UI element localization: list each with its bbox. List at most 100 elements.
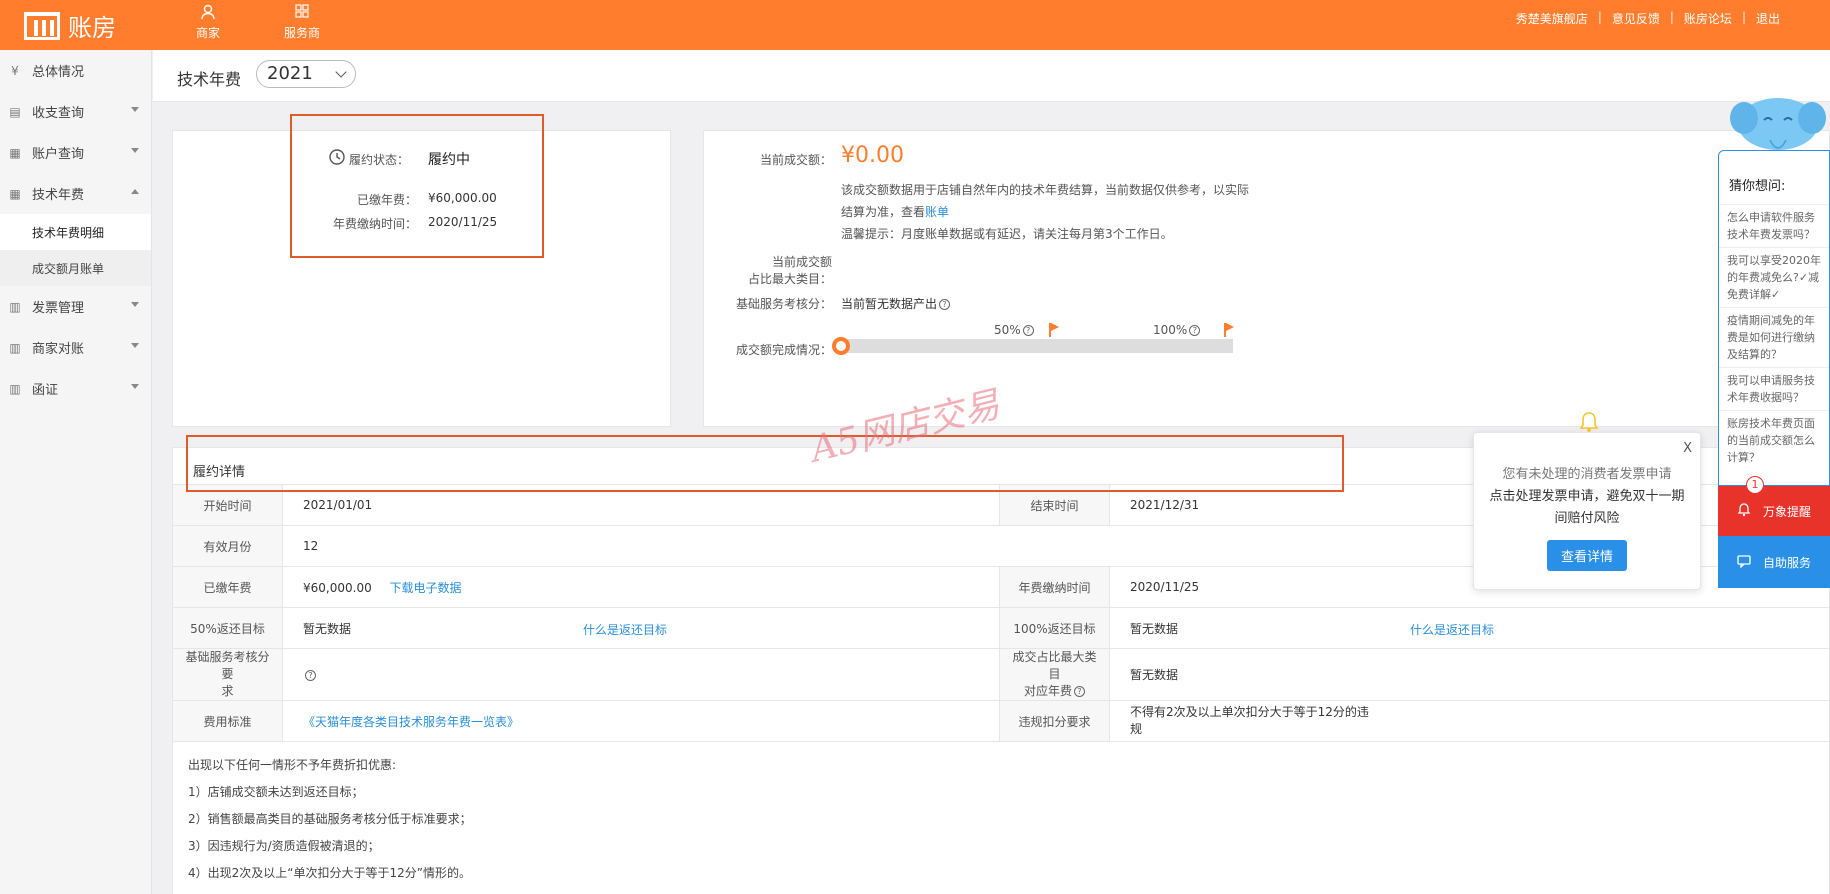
amount-value: ¥0.00: [841, 143, 904, 168]
brand-name: 账房: [68, 14, 116, 42]
sidebar-item-confirmation[interactable]: ▥ 函证: [0, 368, 151, 409]
bell-icon: [1737, 502, 1751, 520]
divider: |: [1741, 10, 1746, 24]
topnav-provider[interactable]: 服务商: [274, 4, 330, 41]
sidebar-item-label: 总体情况: [32, 65, 85, 80]
fee-std-label: 费用标准: [172, 700, 283, 742]
elephant-mascot-icon[interactable]: [1730, 88, 1826, 154]
download-data-link[interactable]: 下载电子数据: [390, 581, 462, 595]
note-line: 出现以下任何一情形不予年费折扣优惠:: [188, 758, 397, 772]
turnover-card: 当前成交额： ¥0.00 该成交额数据用于店铺自然年内的技术年费结算，当前数据仅…: [703, 130, 1830, 427]
grid-icon: [295, 4, 309, 24]
mark-50-label: 50%?: [994, 323, 1034, 337]
months-label: 有效月份: [172, 525, 283, 567]
sidebar-item-label: 技术年费: [32, 188, 85, 203]
chat-icon: [1737, 554, 1751, 571]
chevron-down-icon: [131, 343, 139, 348]
sidebar-item-label: 函证: [32, 383, 59, 398]
help-icon[interactable]: ?: [939, 299, 951, 310]
sidebar-item-tech-fee[interactable]: ▦ 技术年费: [0, 173, 151, 214]
sidebar: ¥ 总体情况 ▤ 收支查询 ▦ 账户查询 ▦ 技术年费 技术年费明细 成交额月账…: [0, 50, 152, 894]
table-icon: ▦: [9, 186, 21, 201]
fee-standard-link[interactable]: 《天猫年度各类目技术服务年费一览表》: [303, 715, 519, 729]
popup-line2: 点击处理发票申请，避免双十一期间赔付风险: [1489, 489, 1685, 526]
top-links: 秀楚美旗舰店 | 意见反馈 | 账房论坛 | 退出: [1516, 10, 1780, 27]
score-label: 基础服务考核分：: [735, 297, 832, 311]
view-details-button[interactable]: 查看详情: [1546, 540, 1627, 571]
target50-label: 50%返还目标: [172, 607, 283, 649]
sidebar-item-reconcile[interactable]: ▥ 商家对账: [0, 327, 151, 368]
mark-100-text: 100%: [1153, 323, 1188, 337]
help-icon[interactable]: ?: [305, 669, 316, 681]
help-icon[interactable]: ?: [1074, 686, 1085, 697]
topnav-label: 商家: [195, 26, 220, 40]
note-line: 1）店铺成交额未达到返还目标；: [188, 785, 364, 799]
topnav-merchant[interactable]: 商家: [180, 4, 236, 41]
flag-50-icon: [1049, 323, 1059, 337]
tip-text: 温馨提示：月度账单数据或有延迟，请关注每月第3个工作日。: [841, 227, 1173, 241]
sidebar-item-overview[interactable]: ¥ 总体情况: [0, 50, 151, 91]
table-row: 50%返还目标 暂无数据 什么是返还目标 100%返还目标 暂无数据 什么是返还…: [172, 607, 1830, 649]
assistant-question[interactable]: 账房技术年费页面的当前成交额怎么计算？: [1719, 410, 1829, 470]
sidebar-subitem-monthly-bill[interactable]: 成交额月账单: [0, 250, 151, 286]
assistant-panel: 猜你想问: 怎么申请软件服务技术年费发票吗？ 我可以享受2020年的年费减免么?…: [1718, 98, 1830, 588]
amount-desc-line2: 结算为准，查看账单: [841, 203, 949, 220]
highlight-box-status: [290, 114, 544, 258]
sidebar-item-income-expense[interactable]: ▤ 收支查询: [0, 91, 151, 132]
assistant-question[interactable]: 我可以享受2020年的年费减免么?✓减免费详解✓: [1719, 247, 1829, 307]
penalty-label: 违规扣分要求: [999, 700, 1110, 742]
mark-50-text: 50%: [994, 323, 1021, 337]
topnav-label: 服务商: [283, 26, 320, 40]
shop-name-link[interactable]: 秀楚美旗舰店: [1516, 10, 1588, 27]
top-bar: 账房 商家 服务商 秀楚美旗舰店 | 意见反馈 | 账房论坛 | 退出: [0, 0, 1830, 50]
paid-label: 已缴年费: [172, 566, 283, 608]
bill-link[interactable]: 账单: [925, 205, 949, 219]
invoice-icon: ▥: [9, 340, 21, 355]
feedback-link[interactable]: 意见反馈: [1612, 10, 1660, 27]
chevron-down-icon: [131, 302, 139, 307]
notes: 出现以下任何一情形不予年费折扣优惠: 1）店铺成交额未达到返还目标； 2）销售额…: [188, 752, 472, 887]
invoice-reminder-popup: X 您有未处理的消费者发票申请 点击处理发票申请，避免双十一期间赔付风险 查看详…: [1473, 412, 1701, 590]
category-label-2: 占比最大类目：: [747, 272, 832, 286]
paid-value: ¥60,000.00: [303, 580, 372, 595]
sidebar-item-label: 账户查询: [32, 147, 85, 162]
assistant-questions: 猜你想问: 怎么申请软件服务技术年费发票吗？ 我可以享受2020年的年费减免么?…: [1718, 150, 1830, 486]
penalty-value-2: 规: [1130, 722, 1143, 736]
self-service-button[interactable]: 自助服务: [1718, 536, 1830, 588]
note-line: 2）销售额最高类目的基础服务考核分低于标准要求；: [188, 812, 472, 826]
assistant-question[interactable]: 我可以申请服务技术年费收据吗？: [1719, 367, 1829, 410]
assistant-question[interactable]: 怎么申请软件服务技术年费发票吗？: [1719, 204, 1829, 247]
ledger-icon: ▤: [9, 104, 21, 119]
sidebar-item-account[interactable]: ▦ 账户查询: [0, 132, 151, 173]
forum-link[interactable]: 账房论坛: [1684, 10, 1732, 27]
what-is-target-link[interactable]: 什么是返还目标: [1410, 621, 1494, 638]
target100-value: 暂无数据: [1130, 621, 1179, 636]
sidebar-subitem-tech-fee-detail[interactable]: 技术年费明细: [0, 214, 151, 250]
progress-knob: [832, 337, 850, 355]
table-icon: ▦: [9, 145, 21, 160]
close-icon[interactable]: X: [1683, 441, 1692, 456]
brand-logo[interactable]: 账房: [24, 8, 116, 43]
divider: |: [1669, 10, 1674, 24]
assistant-question[interactable]: 疫情期间减免的年费是如何进行缴纳及结算的？: [1719, 307, 1829, 367]
amount-label: 当前成交额：: [759, 153, 832, 167]
category-label-1: 当前成交额: [771, 255, 832, 269]
logout-link[interactable]: 退出: [1756, 10, 1780, 27]
score-value: 当前暂无数据产出: [841, 297, 938, 311]
help-icon[interactable]: ?: [1022, 325, 1034, 336]
sidebar-item-label: 商家对账: [32, 342, 85, 357]
alert-button[interactable]: 1 万象提醒: [1718, 476, 1830, 536]
help-icon[interactable]: ?: [1189, 325, 1201, 336]
year-value: 2021: [267, 63, 313, 84]
chevron-up-icon: [131, 189, 139, 194]
sidebar-item-invoice[interactable]: ▥ 发票管理: [0, 286, 151, 327]
cat-fee-label-2: 对应年费: [1023, 684, 1072, 698]
self-service-label: 自助服务: [1762, 555, 1811, 570]
paytime-label: 年费缴纳时间: [999, 566, 1110, 608]
what-is-target-link[interactable]: 什么是返还目标: [583, 621, 667, 638]
year-select[interactable]: 2021: [256, 60, 356, 88]
note-line: 4）出现2次及以上“单次扣分大于等于12分”情形的。: [188, 866, 471, 880]
page-title: 技术年费: [177, 70, 242, 89]
top-nav: 商家 服务商: [180, 4, 330, 41]
sidebar-item-label: 收支查询: [32, 106, 85, 121]
